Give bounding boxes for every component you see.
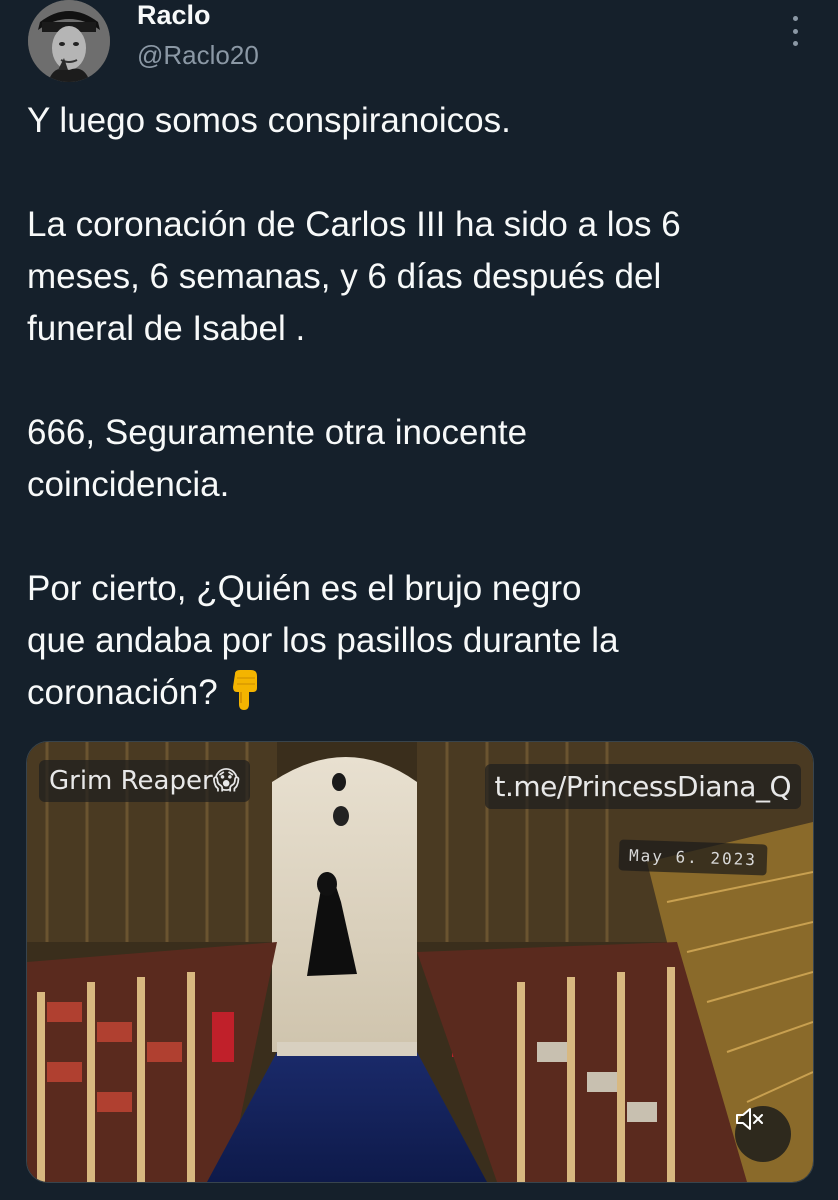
tweet-text: Y luego somos conspiranoicos. La coronac… <box>27 95 807 725</box>
tweet-line-text: coronación? <box>27 673 218 712</box>
avatar-portrait-icon <box>28 0 110 82</box>
author-handle[interactable]: @Raclo20 <box>137 40 259 71</box>
speaker-muted-icon <box>736 1108 763 1130</box>
author-display-name[interactable]: Raclo <box>137 0 211 31</box>
video-label-grim-reaper: Grim Reaper😱 <box>39 760 250 802</box>
tweet-line: que andaba por los pasillos durante la <box>27 621 619 660</box>
video-media[interactable]: Grim Reaper😱 t.me/PrincessDiana_Q May 6.… <box>26 741 814 1183</box>
more-options-button[interactable] <box>783 16 807 46</box>
video-label-channel: t.me/PrincessDiana_Q <box>484 764 801 809</box>
avatar[interactable] <box>28 0 110 82</box>
tweet-line: meses, 6 semanas, y 6 días después del <box>27 257 662 296</box>
video-date-stamp: May 6. 2023 <box>618 839 768 876</box>
tweet-line: La coronación de Carlos III ha sido a lo… <box>27 205 681 244</box>
tweet-line: coronación? <box>27 667 807 725</box>
tweet-line: Por cierto, ¿Quién es el brujo negro <box>27 569 582 608</box>
pointing-down-hand-icon <box>227 670 263 725</box>
tweet-line: Y luego somos conspiranoicos. <box>27 101 511 140</box>
mute-button[interactable] <box>735 1106 791 1162</box>
tweet-line: 666, Seguramente otra inocente <box>27 413 528 452</box>
more-vertical-icon <box>792 16 798 21</box>
tweet-line: coincidencia. <box>27 465 230 504</box>
tweet-line: funeral de Isabel . <box>27 309 306 348</box>
